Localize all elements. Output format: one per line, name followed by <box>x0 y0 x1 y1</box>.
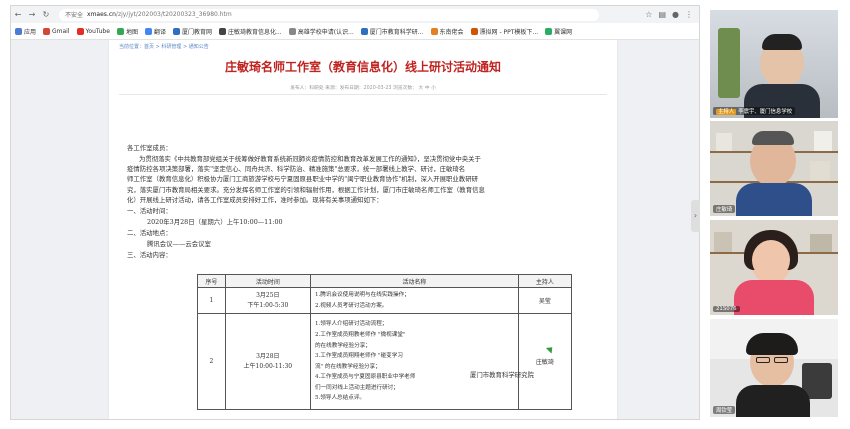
video-tile[interactable]: 21S076 <box>710 220 838 315</box>
site-icon <box>288 27 296 35</box>
row-activities: 1.腾讯会议使用说明与在线实践操作； 2.视频人员考研讨活动方案。 <box>309 286 519 315</box>
bookmark-maps[interactable]: 地图 <box>116 27 138 36</box>
section-value-time: 2020年3月28日（星期六）上午10:00—11:00 <box>147 218 283 226</box>
participant-name: 庄敏琦 <box>713 205 736 213</box>
row-number: 1 <box>197 286 226 315</box>
plant-decoration <box>718 28 740 98</box>
url-path: /zjy/jyt/202003/t20200323_36980.htm <box>115 11 232 18</box>
back-icon[interactable]: ← <box>11 10 25 19</box>
schedule-table: 序号 活动时间 活动名称 主持人 1 3月25日 下午1:00-5:30 1.腾… <box>197 274 573 411</box>
site-icon <box>360 27 368 35</box>
article-panel: 当前位置：首页 > 科研管理 > 通知公告 庄敏琦名师工作室（教育信息化）线上研… <box>109 40 617 419</box>
extension-icon[interactable]: ▤ <box>658 10 666 19</box>
site-icon <box>470 27 478 35</box>
profile-icon[interactable]: ● <box>672 10 679 19</box>
bookmark-star-icon[interactable]: ☆ <box>645 10 652 19</box>
page-title: 庄敏琦名师工作室（教育信息化）线上研讨活动通知 <box>224 60 501 74</box>
bookmark-apps[interactable]: 应用 <box>15 27 36 36</box>
table-header: 序号 <box>197 274 226 288</box>
body-line: 为贯彻落实《中共教育部党组关于统筹做好教育系统新冠肺炎疫情防控和教育改革发展工作… <box>139 155 481 163</box>
section-heading-content: 三、活动内容： <box>127 251 172 259</box>
bookmark-gaoxiong[interactable]: 高雄学校申请(认识... <box>288 27 354 36</box>
bookmark-dongnan[interactable]: 东南佬会 <box>430 27 464 36</box>
section-heading-time: 一、活动时间： <box>127 207 172 215</box>
not-secure-label[interactable]: 不安全 <box>65 10 83 19</box>
translate-icon <box>144 27 152 35</box>
bookmark-yike[interactable]: 翼课网 <box>545 27 572 36</box>
bookmark-xm-edu[interactable]: 厦门教育网 <box>172 27 212 36</box>
row-host: 吴莹 <box>517 286 573 315</box>
table-row: 1 3月25日 下午1:00-5:30 1.腾讯会议使用说明与在线实践操作； 2… <box>197 286 573 315</box>
page-viewport: 当前位置：首页 > 科研管理 > 通知公告 庄敏琦名师工作室（教育信息化）线上研… <box>11 40 699 419</box>
divider <box>119 94 607 95</box>
body-line: 师工作室（教育信息化）积极协力厦门工商旅游学校与宁夏固原县职业中学的"闽宁职业教… <box>127 175 478 183</box>
section-value-place: 腾讯会议——云会议室 <box>147 240 211 248</box>
breadcrumb[interactable]: 当前位置：首页 > 科研管理 > 通知公告 <box>119 43 209 50</box>
body-line: 化）开展线上研讨活动，请各工作室成员安排好工作，准时参加。现将有关事项通知如下： <box>127 196 383 204</box>
bookmark-translate[interactable]: 翻译 <box>144 27 166 36</box>
address-bar-row: ← → ↻ 不安全 xmaes.cn /zjy/jyt/202003/t2020… <box>11 6 699 23</box>
row-host: 庄敏琦 <box>517 313 573 411</box>
site-icon <box>172 27 180 35</box>
video-tile[interactable]: 庄敏琦 <box>710 121 838 216</box>
row-activities: 1.领导人介绍研讨活动流程； 2.工作室成员翔教老师作 "微视课堂" 的在线教学… <box>309 313 519 411</box>
body-line: 究，落实厦门市教育局相关要求。充分发挥名师工作室的引领和辐射作用，根据工作计划，… <box>127 186 485 194</box>
bookmarks-bar: 应用 Gmail YouTube 地图 翻译 厦门教育网 庄敏琦教育信息化...… <box>11 23 699 40</box>
row-time: 3月28日 上午10:00-11:30 <box>224 313 311 411</box>
issuing-unit: 厦门市教育科学研究院 <box>470 371 534 379</box>
youtube-icon <box>76 27 84 35</box>
row-time: 3月25日 下午1:00-5:30 <box>224 286 311 315</box>
article-meta: 发布人：科研处 来源：发布日期：2020-03-23 浏览次数： 大 中 小 <box>290 86 436 91</box>
browser-window: ← → ↻ 不安全 xmaes.cn /zjy/jyt/202003/t2020… <box>10 5 700 420</box>
url-host: xmaes.cn <box>87 11 116 18</box>
site-icon <box>545 27 553 35</box>
apps-icon <box>15 27 22 35</box>
participant-name: 周钦莹 <box>713 406 736 414</box>
table-row: 2 3月28日 上午10:00-11:30 1.领导人介绍研讨活动流程； 2.工… <box>197 313 573 411</box>
participant-name: 21S076 <box>713 306 740 312</box>
reload-icon[interactable]: ↻ <box>39 10 53 19</box>
body-line: 疫情防控各项决策部署，落实"坚定信心、同舟共济、科学防治、精准施策"总要求，统一… <box>127 165 466 173</box>
forward-icon[interactable]: → <box>25 10 39 19</box>
glasses-icon <box>756 357 770 363</box>
site-icon <box>218 27 226 35</box>
video-tile[interactable]: 主持人 李震宇、厦门信息学校 <box>710 10 838 118</box>
url-input[interactable]: 不安全 xmaes.cn /zjy/jyt/202003/t20200323_3… <box>59 8 599 21</box>
bookmark-youtube[interactable]: YouTube <box>76 27 110 35</box>
bookmark-xm-research[interactable]: 厦门市教育科学研... <box>360 27 424 36</box>
table-header: 活动名称 <box>309 274 519 288</box>
bookmark-ppt[interactable]: 漂拟网 - PPT模板下... <box>470 27 538 36</box>
video-tile[interactable]: 周钦莹 <box>710 319 838 417</box>
gmail-icon <box>43 27 51 35</box>
bookmark-gmail[interactable]: Gmail <box>43 27 70 35</box>
expand-panel-icon[interactable]: › <box>691 200 700 232</box>
site-icon <box>430 27 438 35</box>
maps-icon <box>116 27 124 35</box>
menu-icon[interactable]: ⋮ <box>685 10 693 19</box>
table-header: 主持人 <box>517 274 573 288</box>
table-header: 活动时间 <box>224 274 311 288</box>
section-heading-place: 二、活动地点： <box>127 229 172 237</box>
bookmark-zmq[interactable]: 庄敏琦教育信息化... <box>218 27 282 36</box>
participant-name: 主持人 李震宇、厦门信息学校 <box>713 107 796 115</box>
greeting: 各工作室成员： <box>127 144 172 152</box>
row-number: 2 <box>197 313 226 411</box>
